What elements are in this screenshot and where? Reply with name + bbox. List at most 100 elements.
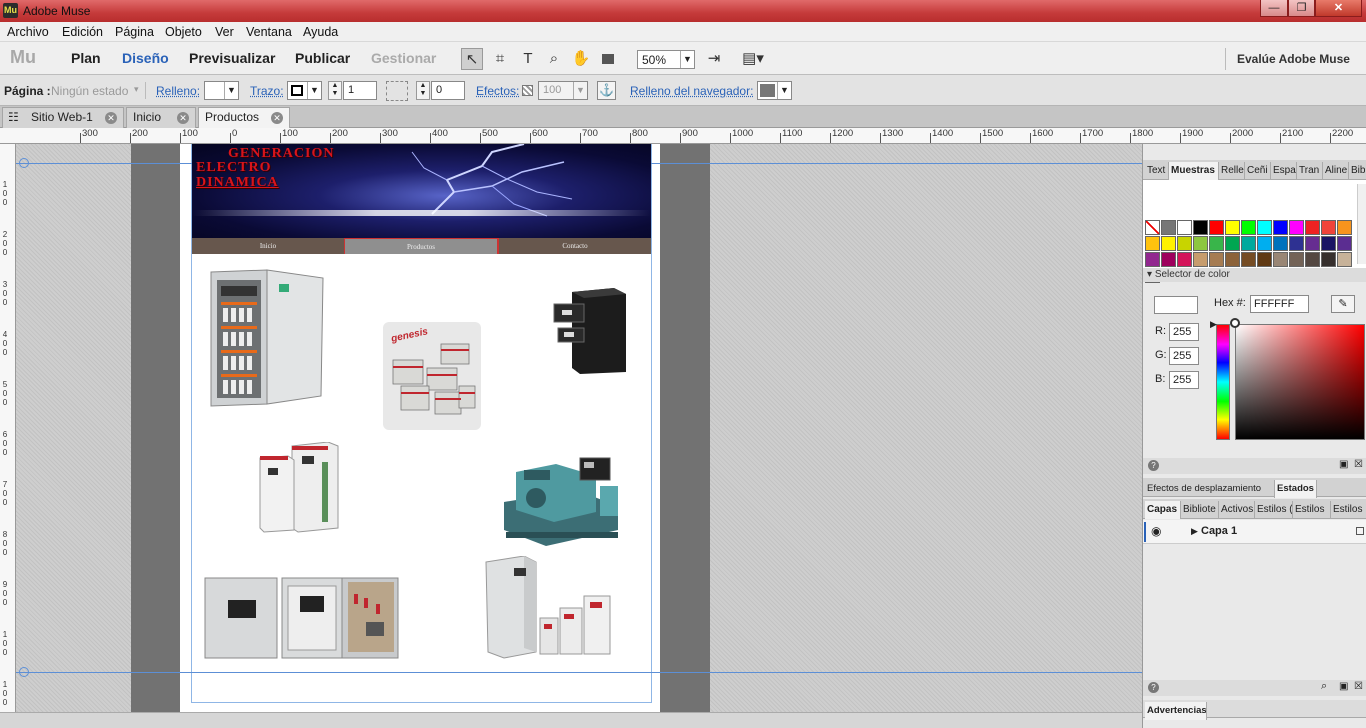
- product-image-voltage-regulators[interactable]: [484, 555, 614, 662]
- color-swatch[interactable]: [1177, 236, 1192, 251]
- crop-tool-icon[interactable]: ⌗: [489, 48, 511, 70]
- corner-radius-icon[interactable]: [386, 81, 408, 101]
- saturation-field[interactable]: [1235, 324, 1365, 440]
- color-swatch[interactable]: [1193, 252, 1208, 267]
- color-swatch[interactable]: [1241, 252, 1256, 267]
- color-swatch[interactable]: [1257, 236, 1272, 251]
- color-swatch[interactable]: [1305, 236, 1320, 251]
- rectangle-tool-icon[interactable]: [597, 48, 619, 70]
- color-swatch[interactable]: [1161, 236, 1176, 251]
- place-icon[interactable]: ⇥: [703, 48, 725, 70]
- product-image-generator[interactable]: [496, 442, 622, 552]
- tab-text[interactable]: Text: [1145, 162, 1169, 180]
- layer-checkbox[interactable]: [1356, 527, 1364, 535]
- corner-stepper[interactable]: ▲ ▼: [416, 81, 430, 100]
- color-swatch[interactable]: [1177, 220, 1192, 235]
- mode-plan[interactable]: Plan: [71, 50, 101, 66]
- color-swatch[interactable]: [1337, 236, 1352, 251]
- maximize-button[interactable]: ❐: [1288, 0, 1315, 17]
- new-swatch-icon[interactable]: ▣: [1339, 459, 1348, 470]
- search-icon[interactable]: ⌕: [1321, 680, 1327, 693]
- color-swatch[interactable]: [1257, 220, 1272, 235]
- layer-row[interactable]: ◉ ▶ Capa 1: [1143, 520, 1366, 544]
- color-swatch[interactable]: [1209, 220, 1224, 235]
- stroke-label[interactable]: Trazo:: [250, 84, 284, 98]
- color-swatch[interactable]: [1241, 220, 1256, 235]
- menu-ventana[interactable]: Ventana: [246, 25, 292, 39]
- footer-guide[interactable]: [16, 672, 1142, 673]
- fill-swatch[interactable]: ▼: [204, 81, 239, 100]
- trash-icon[interactable]: ☒: [1354, 681, 1363, 692]
- stroke-swatch[interactable]: ▼: [287, 81, 322, 100]
- color-swatch[interactable]: [1225, 252, 1240, 267]
- b-input[interactable]: 255: [1169, 371, 1199, 389]
- tab-productos[interactable]: Productos ✕: [198, 107, 290, 128]
- r-input[interactable]: 255: [1169, 323, 1199, 341]
- nav-productos[interactable]: Productos: [344, 238, 498, 254]
- menu-pagina[interactable]: Página: [115, 25, 154, 39]
- help-icon[interactable]: ?: [1148, 682, 1159, 693]
- color-pointer-icon[interactable]: [1230, 318, 1240, 328]
- hue-slider[interactable]: [1216, 324, 1230, 440]
- help-icon[interactable]: ?: [1148, 460, 1159, 471]
- tab-estilos-3[interactable]: Estilos: [1331, 501, 1366, 519]
- fill-label[interactable]: Relleno:: [156, 84, 200, 98]
- eye-icon[interactable]: ◉: [1151, 524, 1161, 538]
- color-swatch[interactable]: [1337, 220, 1352, 235]
- guide-handle-icon[interactable]: [19, 158, 29, 168]
- zoom-tool-icon[interactable]: ⌕: [543, 48, 565, 70]
- tab-biblioteca[interactable]: Bibliote: [1181, 501, 1219, 519]
- color-swatch[interactable]: [1289, 220, 1304, 235]
- color-swatch[interactable]: [1321, 252, 1336, 267]
- color-swatch[interactable]: [1225, 220, 1240, 235]
- close-tab-icon[interactable]: ✕: [105, 112, 117, 124]
- tab-activos[interactable]: Activos: [1219, 501, 1255, 519]
- color-swatch[interactable]: [1241, 236, 1256, 251]
- color-swatch[interactable]: [1289, 252, 1304, 267]
- menu-ver[interactable]: Ver: [215, 25, 234, 39]
- tab-scroll-effects[interactable]: Efectos de desplazamiento: [1145, 480, 1275, 498]
- product-image-batteries[interactable]: genesis: [383, 322, 481, 430]
- hand-tool-icon[interactable]: ✋: [570, 48, 592, 70]
- tab-espaciado[interactable]: Espa: [1271, 162, 1297, 180]
- preview-mode-icon[interactable]: ▤▾: [737, 48, 769, 70]
- tab-capas[interactable]: Capas: [1145, 501, 1181, 519]
- color-swatch[interactable]: [1161, 252, 1176, 267]
- g-input[interactable]: 255: [1169, 347, 1199, 365]
- color-swatch[interactable]: [1209, 252, 1224, 267]
- swatch-scrollbar[interactable]: [1357, 184, 1366, 264]
- guide-handle-icon[interactable]: [19, 667, 29, 677]
- color-swatch[interactable]: [1145, 252, 1160, 267]
- mode-diseno[interactable]: Diseño: [122, 50, 169, 66]
- page-state-select[interactable]: Ningún estado: [51, 84, 128, 98]
- tab-relleno[interactable]: Relle: [1219, 162, 1245, 180]
- text-tool-icon[interactable]: T: [517, 48, 539, 70]
- browser-fill-swatch[interactable]: ▼: [757, 81, 792, 100]
- color-swatch[interactable]: [1305, 220, 1320, 235]
- opacity-input[interactable]: 100 ▼: [538, 81, 588, 100]
- close-tab-icon[interactable]: ✕: [177, 112, 189, 124]
- minimize-button[interactable]: —: [1260, 0, 1288, 17]
- mode-publicar[interactable]: Publicar: [295, 50, 350, 66]
- hex-input[interactable]: FFFFFF: [1250, 295, 1309, 313]
- tab-estilos-2[interactable]: Estilos: [1293, 501, 1331, 519]
- color-swatch[interactable]: [1337, 252, 1352, 267]
- close-button[interactable]: ✕: [1315, 0, 1362, 17]
- design-canvas[interactable]: GENERACION ELECTRO DINAMICA Inicio Produ…: [16, 144, 1142, 728]
- corner-input[interactable]: 0: [431, 81, 465, 100]
- color-picker-header[interactable]: ▾ Selector de color: [1143, 268, 1366, 282]
- color-swatch[interactable]: [1209, 236, 1224, 251]
- tab-warnings[interactable]: Advertencias: [1145, 702, 1207, 720]
- color-swatch[interactable]: [1321, 220, 1336, 235]
- color-swatch[interactable]: [1193, 236, 1208, 251]
- selection-tool-icon[interactable]: ↖: [461, 48, 483, 70]
- new-layer-icon[interactable]: ▣: [1339, 681, 1348, 692]
- color-swatch[interactable]: [1145, 236, 1160, 251]
- tab-sitio-web[interactable]: ☷ Sitio Web-1 ✕: [2, 107, 124, 128]
- product-image-ups-towers[interactable]: [258, 441, 340, 534]
- color-swatch[interactable]: [1177, 252, 1192, 267]
- tab-cenir[interactable]: Ceñi: [1245, 162, 1271, 180]
- color-swatch[interactable]: [1273, 252, 1288, 267]
- menu-objeto[interactable]: Objeto: [165, 25, 202, 39]
- expand-icon[interactable]: ▶: [1191, 526, 1198, 537]
